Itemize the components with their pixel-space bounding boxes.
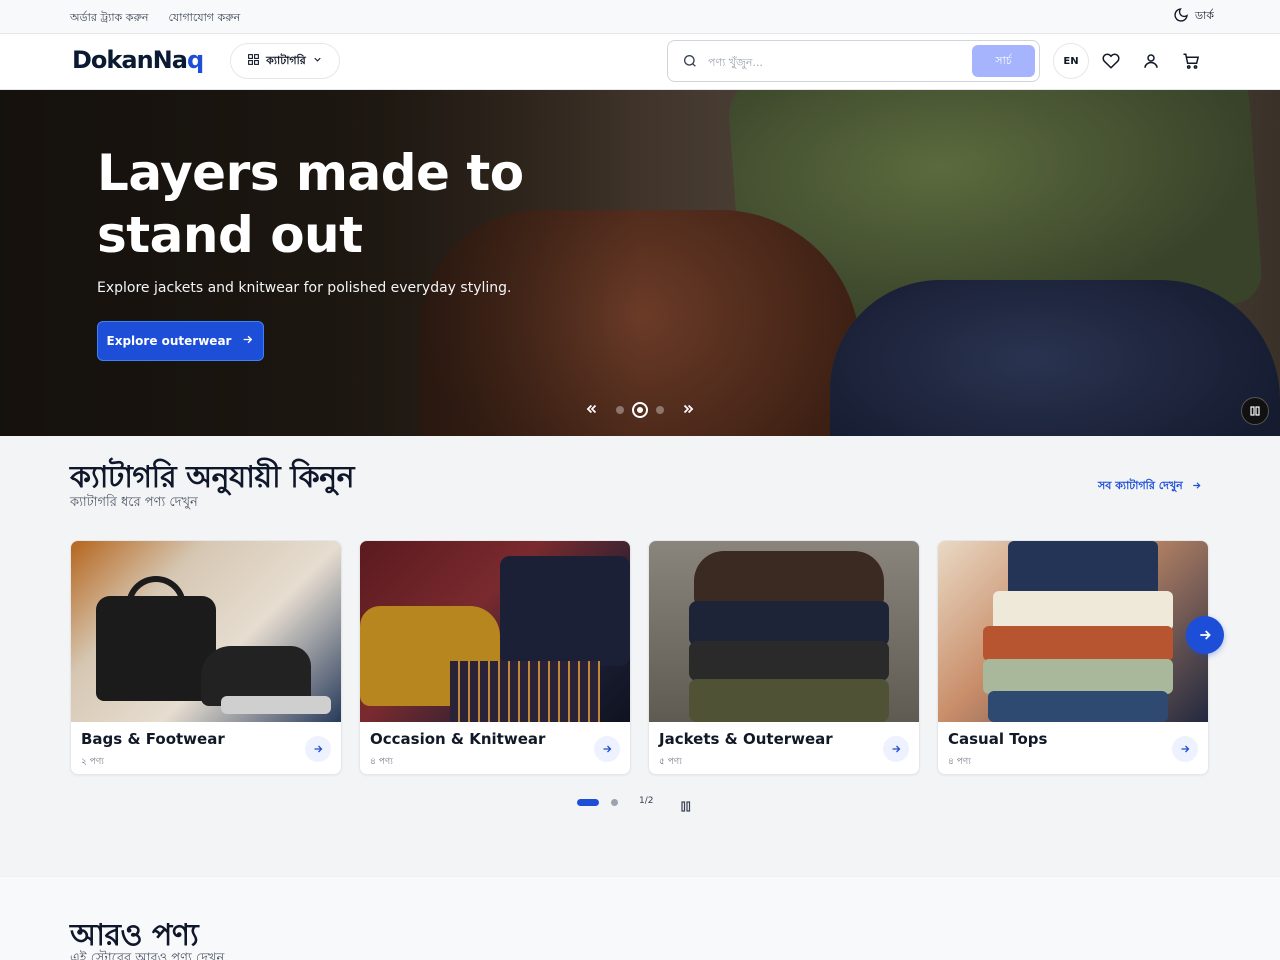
grid-icon — [247, 53, 260, 69]
category-go-button[interactable] — [594, 736, 620, 762]
category-name: Bags & Footwear — [81, 730, 225, 748]
arrow-right-icon — [241, 333, 254, 349]
category-image-bags-footwear — [71, 541, 341, 722]
chevrons-left-icon — [586, 404, 597, 414]
category-count: ৫ পণ্য — [659, 757, 682, 767]
arrow-right-icon — [892, 745, 901, 753]
more-products-subtitle: এই স্টোরের আরও পণ্য দেখুন — [70, 951, 225, 960]
category-card-bags-footwear[interactable]: Bags & Footwear ২ পণ্য — [70, 540, 342, 775]
logo[interactable]: DokanNaq — [72, 46, 204, 74]
pause-icon — [1250, 406, 1260, 416]
more-products-section: আরও পণ্য এই স্টোরের আরও পণ্য দেখুন — [0, 876, 1280, 960]
pager-count: 1/2 — [639, 796, 654, 806]
hero-image-navy-jacket — [830, 280, 1280, 436]
category-card-occasion-knitwear[interactable]: Occasion & Knitwear ৪ পণ্য — [359, 540, 631, 775]
chevron-down-icon — [312, 54, 323, 68]
category-count: ৪ পণ্য — [370, 757, 393, 767]
view-all-label: সব ক্যাটাগরি দেখুন — [1098, 479, 1183, 492]
hero-dot-3[interactable] — [656, 406, 664, 414]
pager-dot-active[interactable] — [577, 799, 599, 806]
main-header: DokanNaq ক্যাটাগরি সার্চ EN — [0, 34, 1280, 90]
pager-dot[interactable] — [611, 799, 618, 806]
hero-next-button[interactable] — [679, 400, 697, 418]
arrow-right-icon — [1200, 630, 1211, 640]
category-go-button[interactable] — [305, 736, 331, 762]
search-input[interactable] — [708, 51, 958, 73]
chevrons-right-icon — [683, 404, 694, 414]
hero-dot-1[interactable] — [616, 406, 624, 414]
hero-title: Layers made to stand out — [97, 144, 524, 264]
language-switch[interactable]: EN — [1053, 43, 1089, 79]
category-image-casual-tops — [938, 541, 1208, 722]
pause-icon — [681, 801, 691, 812]
category-count: ৪ পণ্য — [948, 757, 971, 767]
category-card-jackets-outerwear[interactable]: Jackets & Outerwear ৫ পণ্য — [648, 540, 920, 775]
categories-dropdown[interactable]: ক্যাটাগরি — [230, 43, 340, 79]
utility-bar: অর্ডার ট্র্যাক করুন যোগাযোগ করুন ডার্ক — [0, 0, 1280, 34]
arrow-right-icon — [314, 745, 323, 753]
arrow-right-icon — [1191, 480, 1202, 494]
hero-subtitle: Explore jackets and knitwear for polishe… — [97, 280, 512, 296]
theme-label: ডার্ক — [1195, 9, 1214, 22]
arrow-right-icon — [1181, 745, 1190, 753]
hero-pause-button[interactable] — [1241, 397, 1269, 425]
category-card-casual-tops[interactable]: Casual Tops ৪ পণ্য — [937, 540, 1209, 775]
category-go-button[interactable] — [1172, 736, 1198, 762]
logo-accent: q — [186, 46, 204, 74]
arrow-right-icon — [603, 745, 612, 753]
category-name: Occasion & Knitwear — [370, 730, 546, 748]
search-button[interactable]: সার্চ — [972, 45, 1035, 77]
user-icon[interactable] — [1141, 51, 1161, 71]
category-name: Casual Tops — [948, 730, 1048, 748]
hero-dot-2-active[interactable] — [632, 402, 648, 418]
category-go-button[interactable] — [883, 736, 909, 762]
cart-icon[interactable] — [1181, 51, 1201, 71]
categories-next-button[interactable] — [1186, 616, 1224, 654]
wishlist-icon[interactable] — [1101, 51, 1121, 71]
category-name: Jackets & Outerwear — [659, 730, 833, 748]
hero-cta-button[interactable]: Explore outerwear — [97, 321, 264, 361]
view-all-categories-link[interactable]: সব ক্যাটাগরি দেখুন — [1098, 477, 1202, 496]
utility-links: অর্ডার ট্র্যাক করুন যোগাযোগ করুন — [70, 9, 240, 28]
contact-link[interactable]: যোগাযোগ করুন — [168, 9, 240, 28]
categories-subtitle: ক্যাটাগরি ধরে পণ্য দেখুন — [70, 495, 198, 510]
hero-banner: Layers made to stand out Explore jackets… — [0, 90, 1280, 436]
category-image-occasion-knitwear — [360, 541, 630, 722]
category-image-jackets-outerwear — [649, 541, 919, 722]
track-order-link[interactable]: অর্ডার ট্র্যাক করুন — [70, 9, 148, 28]
logo-text: DokanNa — [72, 46, 188, 74]
pager-pause-button[interactable] — [681, 797, 691, 816]
categories-label: ক্যাটাগরি — [266, 53, 306, 67]
search-bar: সার্চ — [667, 40, 1040, 82]
theme-toggle[interactable]: ডার্ক — [1173, 7, 1214, 26]
category-count: ২ পণ্য — [81, 757, 104, 767]
hero-cta-label: Explore outerwear — [106, 334, 232, 348]
hero-prev-button[interactable] — [583, 400, 601, 418]
search-icon — [682, 53, 698, 73]
moon-icon — [1173, 7, 1189, 26]
